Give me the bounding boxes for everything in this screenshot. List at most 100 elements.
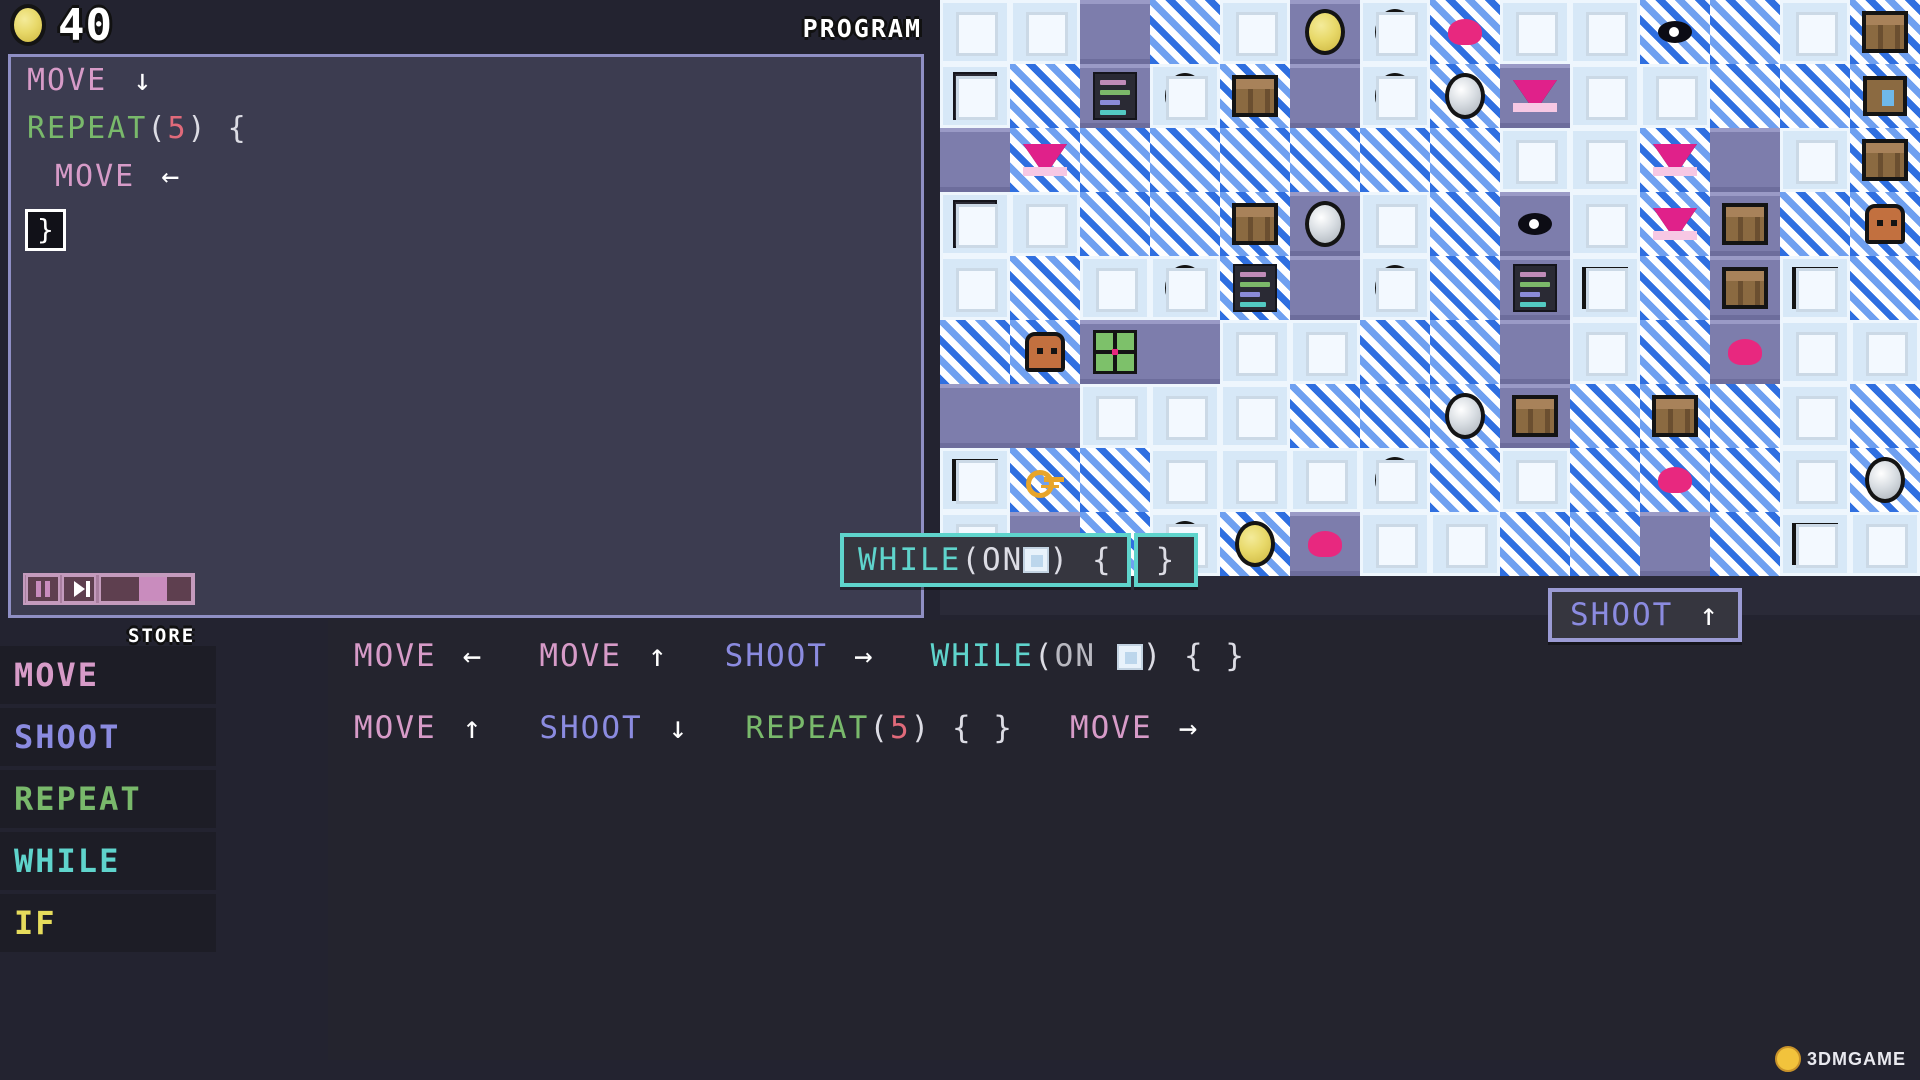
- board-grid[interactable]: [940, 0, 1920, 576]
- store-item-while[interactable]: WHILE: [0, 832, 216, 890]
- board-cell[interactable]: [1640, 448, 1710, 512]
- board-cell[interactable]: [1290, 192, 1360, 256]
- board-cell[interactable]: [1850, 192, 1920, 256]
- board-cell[interactable]: [1500, 512, 1570, 576]
- board-cell[interactable]: [1570, 64, 1640, 128]
- board-cell[interactable]: [940, 448, 1010, 512]
- board-cell[interactable]: [1150, 384, 1220, 448]
- board-cell[interactable]: [1430, 128, 1500, 192]
- board-cell[interactable]: [1640, 256, 1710, 320]
- board-cell[interactable]: [1150, 320, 1220, 384]
- board-cell[interactable]: [1710, 64, 1780, 128]
- drag-block-while[interactable]: WHILE (ON) { }: [840, 533, 1199, 587]
- pink-gem-sprite[interactable]: [1653, 144, 1697, 176]
- board-cell[interactable]: [1500, 64, 1570, 128]
- board-cell[interactable]: [1710, 448, 1780, 512]
- board-cell[interactable]: [1640, 320, 1710, 384]
- board-cell[interactable]: [1780, 320, 1850, 384]
- board-cell[interactable]: [1500, 128, 1570, 192]
- board-cell[interactable]: [1010, 320, 1080, 384]
- crate-sprite[interactable]: [1582, 267, 1628, 309]
- board-cell[interactable]: [940, 0, 1010, 64]
- board-cell[interactable]: [1780, 0, 1850, 64]
- pink-gem-sprite[interactable]: [1023, 144, 1067, 176]
- board-cell[interactable]: [1290, 0, 1360, 64]
- board-cell[interactable]: [1500, 384, 1570, 448]
- board-cell[interactable]: [1010, 128, 1080, 192]
- store-item-shoot[interactable]: SHOOT: [0, 708, 216, 766]
- pink-blob-sprite[interactable]: [1378, 211, 1412, 237]
- board-cell[interactable]: [1430, 64, 1500, 128]
- board-cell[interactable]: [1290, 64, 1360, 128]
- board-cell[interactable]: [940, 320, 1010, 384]
- playback-controls[interactable]: [23, 573, 195, 605]
- pink-blob-sprite[interactable]: [1658, 467, 1692, 493]
- board-cell[interactable]: [1430, 448, 1500, 512]
- pink-gem-sprite[interactable]: [1513, 80, 1557, 112]
- eye-sprite[interactable]: [1798, 149, 1832, 171]
- board-cell[interactable]: [1150, 0, 1220, 64]
- crate-sprite[interactable]: [1862, 11, 1908, 53]
- board-cell[interactable]: [1080, 128, 1150, 192]
- board-cell[interactable]: [1640, 0, 1710, 64]
- silver-gem-sprite[interactable]: [1375, 73, 1415, 119]
- palette-block-move[interactable]: MOVE ↑: [539, 638, 668, 674]
- board-cell[interactable]: [1430, 384, 1500, 448]
- board-cell[interactable]: [1570, 512, 1640, 576]
- crate-sprite[interactable]: [1652, 395, 1698, 437]
- palette-block-move[interactable]: MOVE ↑: [354, 710, 483, 746]
- board-cell[interactable]: [1570, 128, 1640, 192]
- step-button[interactable]: [62, 575, 96, 603]
- board-cell[interactable]: [1290, 128, 1360, 192]
- silver-gem-sprite[interactable]: [1375, 265, 1415, 311]
- board-cell[interactable]: [1430, 192, 1500, 256]
- board-cell[interactable]: [1010, 448, 1080, 512]
- coin-sprite[interactable]: [1305, 9, 1345, 55]
- board-cell[interactable]: [940, 384, 1010, 448]
- board-cell[interactable]: [1080, 320, 1150, 384]
- board-cell[interactable]: [1360, 384, 1430, 448]
- store-list[interactable]: MOVE SHOOT REPEAT WHILE IF: [0, 646, 216, 956]
- board-cell[interactable]: [1360, 512, 1430, 576]
- board-cell[interactable]: [1570, 0, 1640, 64]
- silver-gem-sprite[interactable]: [1445, 393, 1485, 439]
- board-cell[interactable]: [1290, 320, 1360, 384]
- pink-blob-sprite[interactable]: [1798, 467, 1832, 493]
- pink-blob-sprite[interactable]: [1448, 19, 1482, 45]
- board-cell[interactable]: [1430, 320, 1500, 384]
- game-board[interactable]: [940, 0, 1920, 615]
- silver-gem-sprite[interactable]: [1865, 457, 1905, 503]
- pink-blob-sprite[interactable]: [1168, 403, 1202, 429]
- quad-tile-sprite[interactable]: [1093, 330, 1137, 374]
- crate-sprite[interactable]: [1792, 523, 1838, 565]
- board-cell[interactable]: [1640, 128, 1710, 192]
- board-cell[interactable]: [1360, 256, 1430, 320]
- board-cell[interactable]: [1780, 128, 1850, 192]
- board-cell[interactable]: [940, 128, 1010, 192]
- board-cell[interactable]: [1710, 128, 1780, 192]
- board-cell[interactable]: [1150, 192, 1220, 256]
- store-item-repeat[interactable]: REPEAT: [0, 770, 216, 828]
- code-tablet-sprite[interactable]: [1093, 72, 1137, 120]
- board-cell[interactable]: [1430, 0, 1500, 64]
- silver-gem-sprite[interactable]: [1375, 9, 1415, 55]
- board-cell[interactable]: [1850, 64, 1920, 128]
- store-item-if[interactable]: IF: [0, 894, 216, 952]
- code-tablet-sprite[interactable]: [1513, 264, 1557, 312]
- coin-sprite[interactable]: [1235, 521, 1275, 567]
- crate-sprite[interactable]: [1512, 395, 1558, 437]
- board-cell[interactable]: [1780, 448, 1850, 512]
- progress-slider[interactable]: [99, 575, 193, 603]
- board-cell[interactable]: [1780, 64, 1850, 128]
- board-cell[interactable]: [1850, 128, 1920, 192]
- pink-gem-sprite[interactable]: [1653, 208, 1697, 240]
- board-cell[interactable]: [1220, 256, 1290, 320]
- board-cell[interactable]: [1850, 512, 1920, 576]
- board-cell[interactable]: [1150, 256, 1220, 320]
- eye-sprite[interactable]: [1658, 21, 1692, 43]
- program-line[interactable]: MOVE ↓: [11, 57, 921, 105]
- board-cell[interactable]: [1710, 384, 1780, 448]
- board-cell[interactable]: [940, 256, 1010, 320]
- board-cell[interactable]: [1780, 384, 1850, 448]
- board-cell[interactable]: [1850, 384, 1920, 448]
